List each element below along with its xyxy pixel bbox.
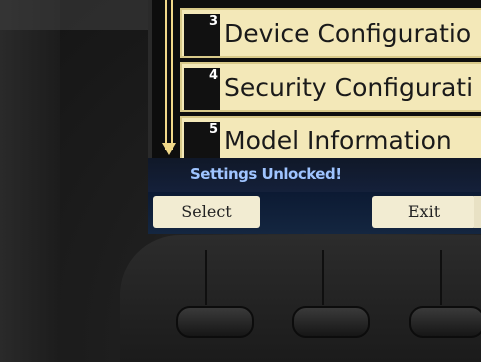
softkey-edge — [474, 196, 481, 228]
menu-item-label: Model Information — [224, 126, 452, 155]
menu-item-number: 3 — [184, 14, 220, 56]
button-divider — [205, 250, 207, 305]
status-message: Settings Unlocked! — [190, 165, 342, 183]
bezel-left-edge — [0, 0, 60, 362]
bezel-lower-lip — [120, 235, 481, 362]
bezel-top-highlight — [0, 0, 150, 30]
menu-item-model-information[interactable]: 5 Model Information — [180, 116, 481, 162]
scrollbar-track — [165, 0, 173, 150]
menu-item-device-configuration[interactable]: 3 Device Configuratio — [180, 8, 481, 58]
hardware-softkey-3[interactable] — [409, 306, 481, 338]
menu-item-number: 4 — [184, 68, 220, 110]
menu-item-label: Security Configurati — [224, 73, 474, 102]
menu-item-label: Device Configuratio — [224, 19, 472, 48]
menu-item-number: 5 — [184, 122, 220, 162]
scroll-down-icon[interactable] — [162, 143, 176, 155]
select-softkey[interactable]: Select — [153, 196, 260, 228]
menu-item-security-configuration[interactable]: 4 Security Configurati — [180, 62, 481, 112]
scrollbar[interactable] — [162, 0, 176, 160]
hardware-softkey-2[interactable] — [292, 306, 370, 338]
hardware-softkey-1[interactable] — [176, 306, 254, 338]
button-divider — [322, 250, 324, 305]
button-divider — [440, 250, 442, 305]
exit-softkey[interactable]: Exit — [372, 196, 476, 228]
